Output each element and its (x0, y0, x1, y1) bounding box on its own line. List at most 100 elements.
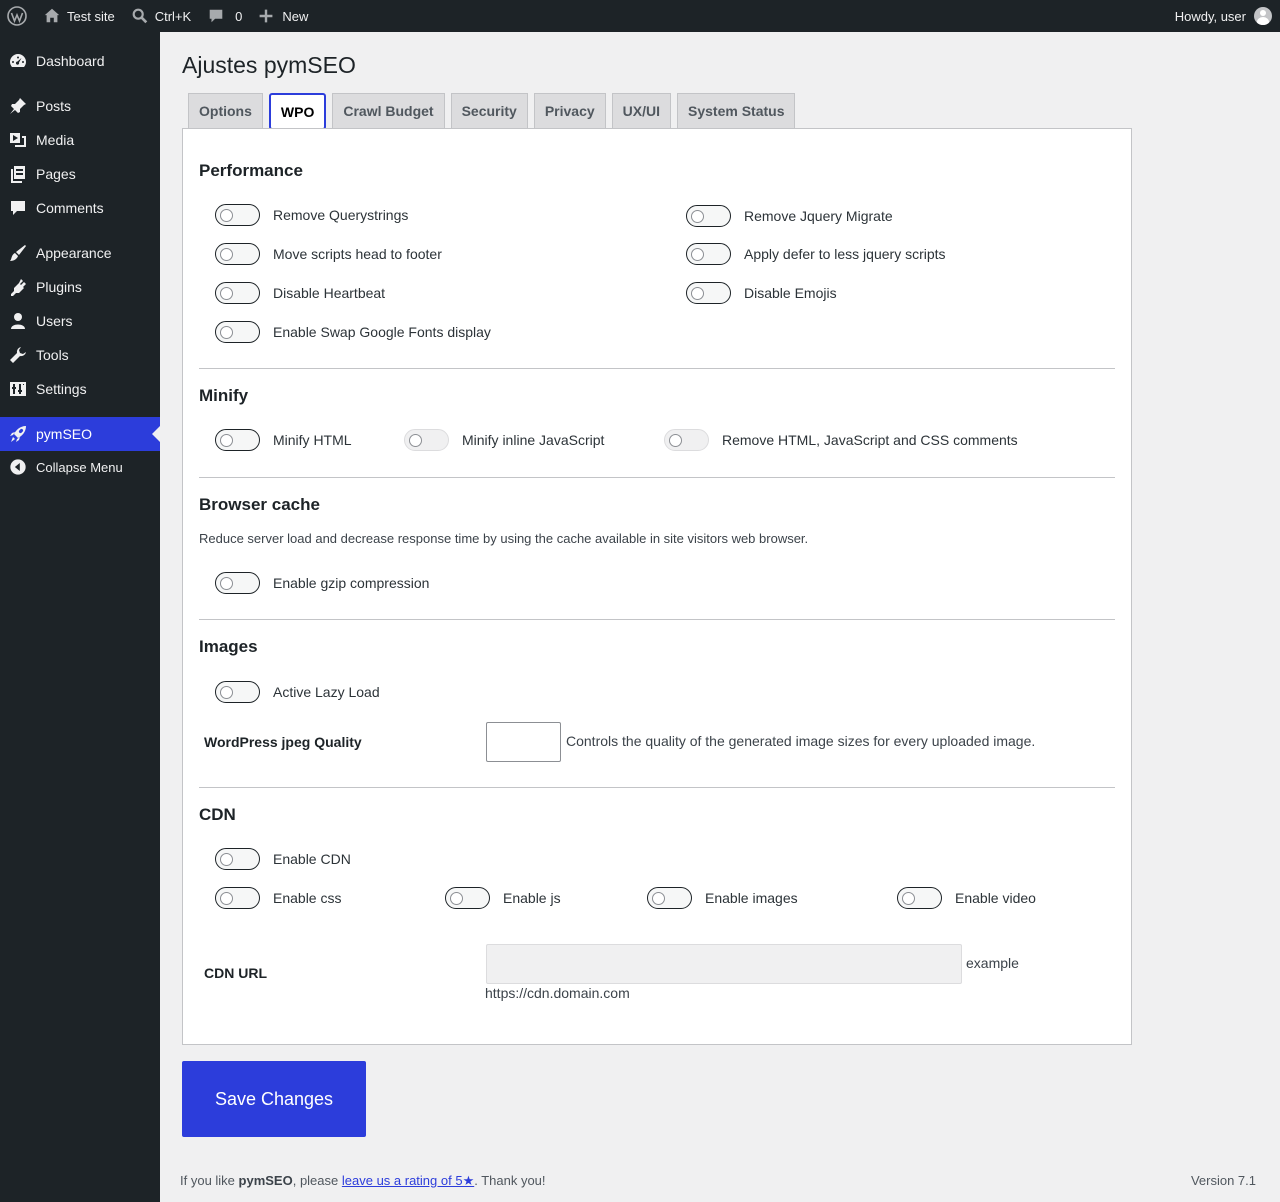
toggle-disable-emojis: Disable Emojis (686, 282, 837, 304)
toggle-switch[interactable] (215, 681, 260, 703)
toggle-enable-css: Enable css (215, 887, 341, 909)
toggle-switch[interactable] (215, 243, 260, 265)
menu-settings[interactable]: Settings (0, 372, 160, 406)
menu-comments[interactable]: Comments (0, 191, 160, 225)
footer-middle: , please (292, 1173, 342, 1188)
menu-tools[interactable]: Tools (0, 338, 160, 372)
menu-pages[interactable]: Pages (0, 157, 160, 191)
rating-link[interactable]: leave us a rating of 5★ (342, 1173, 474, 1188)
performance-heading: Performance (199, 161, 303, 180)
tab-ux-ui[interactable]: UX/UI (611, 93, 671, 129)
media-icon (0, 130, 36, 150)
toggle-switch[interactable] (686, 205, 731, 227)
search-shortcut-label: Ctrl+K (154, 8, 192, 24)
toggle-switch[interactable] (445, 887, 490, 909)
tab-options[interactable]: Options (188, 93, 263, 129)
plugin-icon (0, 277, 36, 297)
admin-sidebar: Dashboard Posts Media Pages Comments App… (0, 32, 160, 1202)
toggle-switch[interactable] (686, 282, 731, 304)
toggle-lazy-load: Active Lazy Load (215, 681, 380, 703)
toggle-label: Active Lazy Load (273, 684, 380, 700)
toggle-minify-html: Minify HTML (215, 429, 352, 451)
menu-dashboard[interactable]: Dashboard (0, 44, 160, 78)
tab-wpo[interactable]: WPO (268, 93, 327, 130)
menu-label: Media (36, 132, 75, 148)
menu-appearance[interactable]: Appearance (0, 236, 160, 270)
wrench-icon (0, 345, 36, 365)
toggle-switch[interactable] (897, 887, 942, 909)
menu-posts[interactable]: Posts (0, 89, 160, 123)
toggle-remove-comments: Remove HTML, JavaScript and CSS comments (664, 429, 1018, 451)
toggle-label: Minify inline JavaScript (462, 432, 605, 448)
toggle-enable-js: Enable js (445, 887, 561, 909)
toggle-label: Enable images (705, 890, 798, 906)
toggle-label: Move scripts head to footer (273, 246, 442, 262)
tab-security[interactable]: Security (450, 93, 528, 129)
tab-privacy[interactable]: Privacy (533, 93, 606, 129)
footer-prefix: If you like (180, 1173, 239, 1188)
toggle-switch[interactable] (215, 848, 260, 870)
menu-label: Pages (36, 166, 76, 182)
page-title: Ajustes pymSEO (182, 52, 356, 78)
browser-cache-description: Reduce server load and decrease response… (199, 531, 809, 546)
site-name-link[interactable]: Test site (35, 0, 123, 32)
search-icon (132, 8, 147, 24)
toggle-switch[interactable] (215, 204, 260, 226)
toggle-disable-heartbeat: Disable Heartbeat (215, 282, 385, 304)
menu-media[interactable]: Media (0, 123, 160, 157)
cdn-url-input[interactable] (486, 944, 962, 984)
toggle-switch[interactable] (215, 282, 260, 304)
toggle-label: Remove HTML, JavaScript and CSS comments (722, 432, 1018, 448)
new-label: New (282, 8, 309, 24)
toggle-switch[interactable] (215, 321, 260, 343)
brush-icon (0, 243, 36, 263)
toggle-switch[interactable] (215, 429, 260, 451)
menu-label: Appearance (36, 245, 112, 261)
toggle-label: Enable gzip compression (273, 575, 430, 591)
menu-users[interactable]: Users (0, 304, 160, 338)
collapse-menu-button[interactable]: Collapse Menu (0, 450, 160, 484)
greeting: Howdy, user (1174, 8, 1246, 24)
cdn-heading: CDN (199, 805, 236, 824)
toggle-switch[interactable] (404, 429, 449, 451)
toggle-label: Enable js (503, 890, 561, 906)
settings-tabs: Options WPO Crawl Budget Security Privac… (188, 93, 801, 130)
section-divider (199, 787, 1115, 788)
toggle-label: Enable Swap Google Fonts display (273, 324, 491, 340)
pushpin-icon (0, 96, 36, 116)
toggle-label: Apply defer to less jquery scripts (744, 246, 946, 262)
wordpress-logo-icon[interactable] (0, 0, 35, 32)
dashboard-icon (0, 51, 36, 71)
toggle-switch[interactable] (215, 887, 260, 909)
menu-plugins[interactable]: Plugins (0, 270, 160, 304)
footer-thanks: If you like pymSEO, please leave us a ra… (180, 1173, 546, 1188)
collapse-arrow-icon (0, 458, 36, 476)
save-changes-button[interactable]: Save Changes (182, 1061, 366, 1137)
toggle-switch[interactable] (664, 429, 709, 451)
menu-pymseo[interactable]: pymSEO (0, 417, 160, 451)
toggle-enable-images: Enable images (647, 887, 798, 909)
toggle-apply-defer: Apply defer to less jquery scripts (686, 243, 946, 265)
settings-icon (0, 379, 36, 399)
tab-crawl-budget[interactable]: Crawl Budget (332, 93, 445, 129)
comments-link[interactable]: 0 (199, 0, 250, 32)
toggle-switch[interactable] (215, 572, 260, 594)
images-heading: Images (199, 637, 258, 656)
rocket-icon (0, 424, 36, 444)
menu-label: Plugins (36, 279, 82, 295)
comment-icon (0, 198, 36, 218)
toggle-label: Enable video (955, 890, 1036, 906)
new-content-link[interactable]: New (250, 0, 316, 32)
toggle-switch[interactable] (647, 887, 692, 909)
my-account[interactable]: Howdy, user (1175, 0, 1272, 32)
comments-count: 0 (235, 8, 243, 24)
search-shortcut[interactable]: Ctrl+K (123, 0, 199, 32)
toggle-remove-querystrings: Remove Querystrings (215, 204, 408, 226)
tab-system-status[interactable]: System Status (677, 93, 796, 129)
toggle-label: Enable CDN (273, 851, 351, 867)
toggle-switch[interactable] (686, 243, 731, 265)
toggle-gzip: Enable gzip compression (215, 572, 429, 594)
toggle-minify-inline-js: Minify inline JavaScript (404, 429, 604, 451)
toggle-label: Enable css (273, 890, 342, 906)
jpeg-quality-input[interactable] (486, 722, 561, 762)
